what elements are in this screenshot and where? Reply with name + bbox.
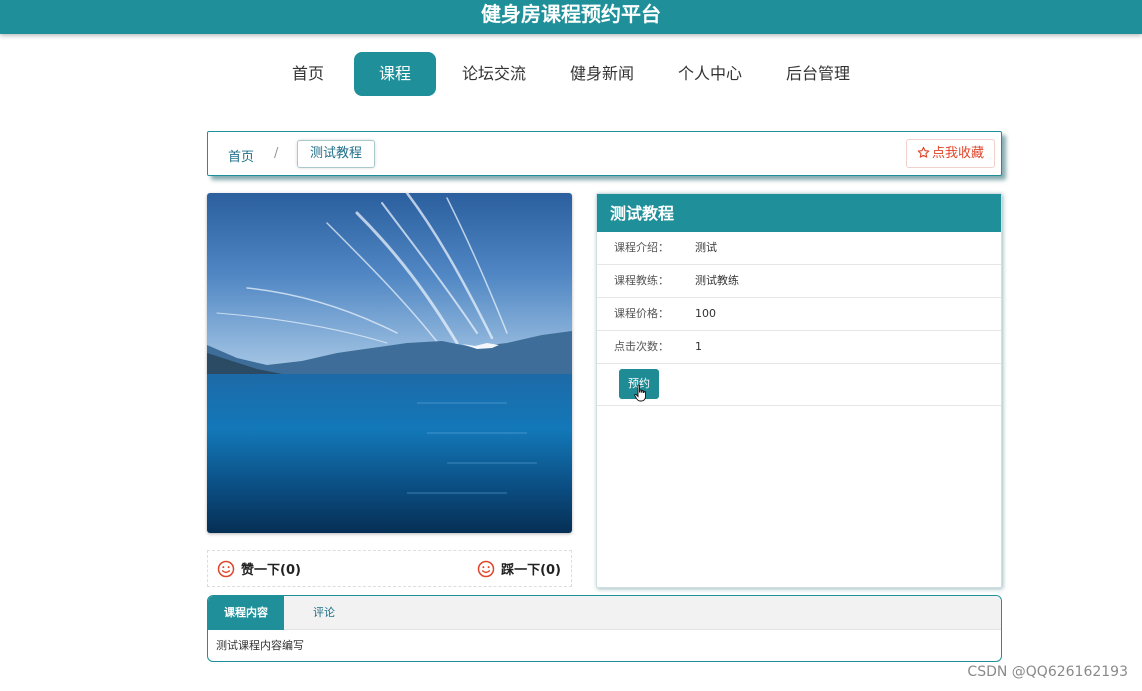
detail-value: 100	[695, 307, 716, 320]
detail-value: 1	[695, 340, 702, 353]
detail-key: 课程教练：	[614, 274, 669, 287]
breadcrumb: 首页 / 测试教程 点我收藏	[207, 131, 1002, 176]
detail-value: 测试	[695, 241, 717, 254]
hand-pointer-icon	[634, 384, 646, 402]
detail-key: 点击次数：	[614, 340, 669, 353]
detail-row-coach: 课程教练： 测试教练	[597, 265, 1001, 298]
detail-key: 课程介绍：	[614, 241, 669, 254]
breadcrumb-home-link[interactable]: 首页	[228, 146, 254, 165]
smiley-icon	[217, 560, 235, 578]
like-button[interactable]: 赞一下(0)	[217, 560, 301, 580]
tabs-header: 课程内容 评论	[208, 596, 1001, 630]
course-image	[207, 193, 572, 533]
nav-item-courses[interactable]: 课程	[353, 52, 436, 96]
star-outline-icon	[917, 146, 930, 158]
dislike-button[interactable]: 踩一下(0)	[477, 560, 561, 580]
detail-value: 测试教练	[695, 274, 739, 287]
book-row: 预约	[597, 364, 1001, 406]
vote-bar: 赞一下(0) 踩一下(0)	[207, 550, 572, 587]
tab-comments[interactable]: 评论	[298, 596, 350, 630]
tab-content-text: 测试课程内容编写	[216, 639, 304, 652]
breadcrumb-separator: /	[274, 146, 279, 161]
course-detail-card: 测试教程 课程介绍： 测试 课程教练： 测试教练 课程价格： 100 点击次数： 1 预…	[596, 193, 1002, 588]
dislike-label: 踩一下(0)	[501, 563, 561, 578]
favorite-label: 点我收藏	[931, 146, 984, 161]
detail-row-clicks: 点击次数： 1	[597, 331, 1001, 364]
header-bar: 健身房课程预约平台	[0, 0, 1142, 34]
like-label: 赞一下(0)	[241, 563, 301, 578]
nav-item-home[interactable]: 首页	[270, 52, 346, 96]
detail-key: 课程价格：	[614, 307, 669, 320]
nav-item-forum[interactable]: 论坛交流	[440, 52, 548, 96]
nav-item-profile[interactable]: 个人中心	[656, 52, 764, 96]
tab-course-content[interactable]: 课程内容	[208, 596, 284, 630]
detail-row-price: 课程价格： 100	[597, 298, 1001, 331]
breadcrumb-current: 测试教程	[297, 140, 376, 168]
course-tabs: 课程内容 评论 测试课程内容编写	[207, 595, 1002, 662]
main-nav: 首页 课程 论坛交流 健身新闻 个人中心 后台管理	[0, 52, 1142, 96]
watermark: CSDN @QQ626162193	[967, 664, 1128, 680]
smiley-icon	[477, 560, 495, 578]
favorite-button[interactable]: 点我收藏	[905, 139, 995, 168]
site-title: 健身房课程预约平台	[481, 2, 661, 26]
course-title: 测试教程	[597, 194, 1001, 232]
nav-item-news[interactable]: 健身新闻	[548, 52, 656, 96]
nav-item-admin[interactable]: 后台管理	[764, 52, 872, 96]
detail-row-intro: 课程介绍： 测试	[597, 232, 1001, 265]
mountain-lake-photo	[207, 193, 572, 533]
